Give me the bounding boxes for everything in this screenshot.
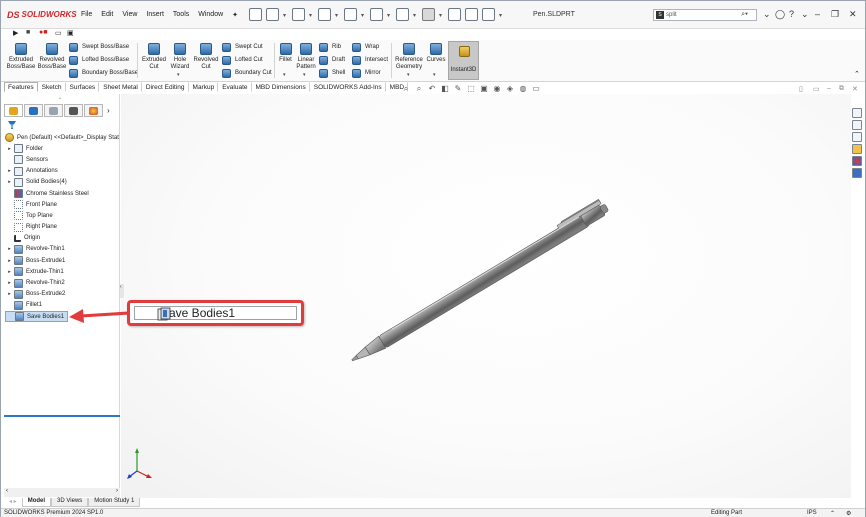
tab-dimxpert-manager[interactable] <box>64 104 83 117</box>
tree-item-solid-bodies[interactable]: ▸ Solid Bodies(4) <box>5 177 120 188</box>
design-library-icon[interactable] <box>852 120 862 130</box>
material-icon <box>14 189 23 199</box>
pen-body <box>351 198 609 362</box>
origin-icon <box>14 234 21 242</box>
expand-arrow-icon[interactable]: ▸ <box>5 258 14 264</box>
bottom-tabs: ◂ ▸ Model 3D Views Motion Study 1 <box>4 498 141 507</box>
save-bodies-icon <box>15 312 24 322</box>
callout-box: Save Bodies1 <box>127 300 304 326</box>
custom-properties-icon[interactable] <box>852 168 862 178</box>
dimxpert-icon <box>69 107 78 115</box>
file-explorer-icon[interactable] <box>852 132 862 142</box>
tree-item-front-plane[interactable]: Front Plane <box>5 199 120 210</box>
feature-manager-tabs: › <box>4 104 110 118</box>
tree-item-boss-extrude1[interactable]: ▸ Boss-Extrude1 <box>5 255 120 266</box>
tab-configuration-manager[interactable] <box>44 104 63 117</box>
tree-item-revolve-thin1[interactable]: ▸ Revolve-Thin1 <box>5 244 120 255</box>
configuration-manager-icon <box>49 107 58 115</box>
status-bar: SOLIDWORKS Premium 2024 SP1.0 Editing Pa… <box>1 508 865 517</box>
tab-scroll-icon[interactable]: ◂ ▸ <box>4 498 22 507</box>
tree-item-extrude-thin1[interactable]: ▸ Extrude-Thin1 <box>5 266 120 277</box>
tab-display-manager[interactable] <box>84 104 103 117</box>
plane-icon <box>14 222 23 232</box>
appearances-icon[interactable] <box>852 156 862 166</box>
extrude-feature-icon <box>14 289 23 299</box>
rollback-bar[interactable] <box>4 415 120 417</box>
scroll-right-icon[interactable]: › <box>116 488 118 494</box>
annotations-icon <box>14 166 23 176</box>
tree-root-part[interactable]: Pen (Default) <<Default>_Display Stat <box>5 132 120 143</box>
expand-arrow-icon[interactable]: ▸ <box>5 291 14 297</box>
view-palette-icon[interactable] <box>852 144 862 154</box>
pen-model[interactable] <box>1 1 866 517</box>
callout-label: Save Bodies1 <box>161 306 236 320</box>
feature-tree-icon <box>9 107 18 115</box>
tree-item-boss-extrude2[interactable]: ▸ Boss-Extrude2 <box>5 289 120 300</box>
solid-bodies-icon <box>14 177 23 187</box>
tree-item-revolve-thin2[interactable]: ▸ Revolve-Thin2 <box>5 277 120 288</box>
plane-icon <box>14 200 23 210</box>
property-manager-icon <box>29 107 38 115</box>
revolve-feature-icon <box>14 278 23 288</box>
status-options-icon[interactable]: ⚙ <box>846 510 851 517</box>
status-mode: Editing Part <box>711 510 743 516</box>
revolve-feature-icon <box>14 244 23 254</box>
tree-item-sensors[interactable]: Sensors <box>5 154 120 165</box>
tab-3d-views[interactable]: 3D Views <box>51 498 89 507</box>
expand-arrow-icon[interactable]: ▸ <box>5 280 14 286</box>
tab-motion-study-1[interactable]: Motion Study 1 <box>88 498 141 507</box>
save-bodies-icon <box>157 307 171 321</box>
expand-arrow-icon[interactable]: ▸ <box>5 246 14 252</box>
callout-arrow <box>69 309 130 323</box>
status-units[interactable]: IPS <box>807 510 817 516</box>
filter-icon[interactable] <box>8 121 16 129</box>
expand-arrow-icon[interactable]: ▸ <box>5 168 14 174</box>
reference-triad <box>127 448 152 479</box>
solidworks-resources-icon[interactable] <box>852 108 862 118</box>
folder-icon <box>14 144 23 154</box>
panel-grip-icon[interactable]: • <box>59 96 61 102</box>
feature-manager-panel: • › Pen (Default) <<Default>_Display Sta… <box>4 94 124 498</box>
sensors-icon <box>14 155 23 165</box>
tree-item-save-bodies1[interactable]: Save Bodies1 <box>5 311 68 323</box>
chevron-up-icon[interactable]: ⌃ <box>830 510 835 517</box>
extrude-feature-icon <box>14 267 23 277</box>
tree-item-top-plane[interactable]: Top Plane <box>5 210 120 221</box>
tree-item-annotations[interactable]: ▸ Annotations <box>5 166 120 177</box>
tree-item-material[interactable]: Chrome Stainless Steel <box>5 188 120 199</box>
tab-model[interactable]: Model <box>21 498 52 507</box>
tab-feature-tree[interactable] <box>4 104 23 117</box>
expand-arrow-icon[interactable]: ▸ <box>5 146 14 152</box>
feature-tree: Pen (Default) <<Default>_Display Stat ▸ F… <box>5 132 120 323</box>
expand-arrow-icon[interactable]: ▸ <box>5 269 14 275</box>
part-icon <box>5 133 14 143</box>
fillet-feature-icon <box>14 300 23 310</box>
display-manager-icon <box>89 107 98 115</box>
status-product: SOLIDWORKS Premium 2024 SP1.0 <box>4 510 104 516</box>
tab-property-manager[interactable] <box>24 104 43 117</box>
tree-horizontal-scrollbar[interactable]: ‹ › <box>4 488 120 497</box>
task-pane-tabs <box>852 108 864 180</box>
plane-icon <box>14 211 23 221</box>
solidworks-window: DS SOLIDWORKS File Edit View Insert Tool… <box>0 0 866 517</box>
expand-arrow-icon[interactable]: ▸ <box>5 179 14 185</box>
tree-item-origin[interactable]: Origin <box>5 233 120 244</box>
extrude-feature-icon <box>14 256 23 266</box>
tree-item-right-plane[interactable]: Right Plane <box>5 222 120 233</box>
tree-item-folder[interactable]: ▸ Folder <box>5 143 120 154</box>
panel-collapse-handle[interactable]: ‹ <box>120 284 124 298</box>
chevron-right-icon[interactable]: › <box>107 104 110 118</box>
scroll-left-icon[interactable]: ‹ <box>6 488 8 494</box>
